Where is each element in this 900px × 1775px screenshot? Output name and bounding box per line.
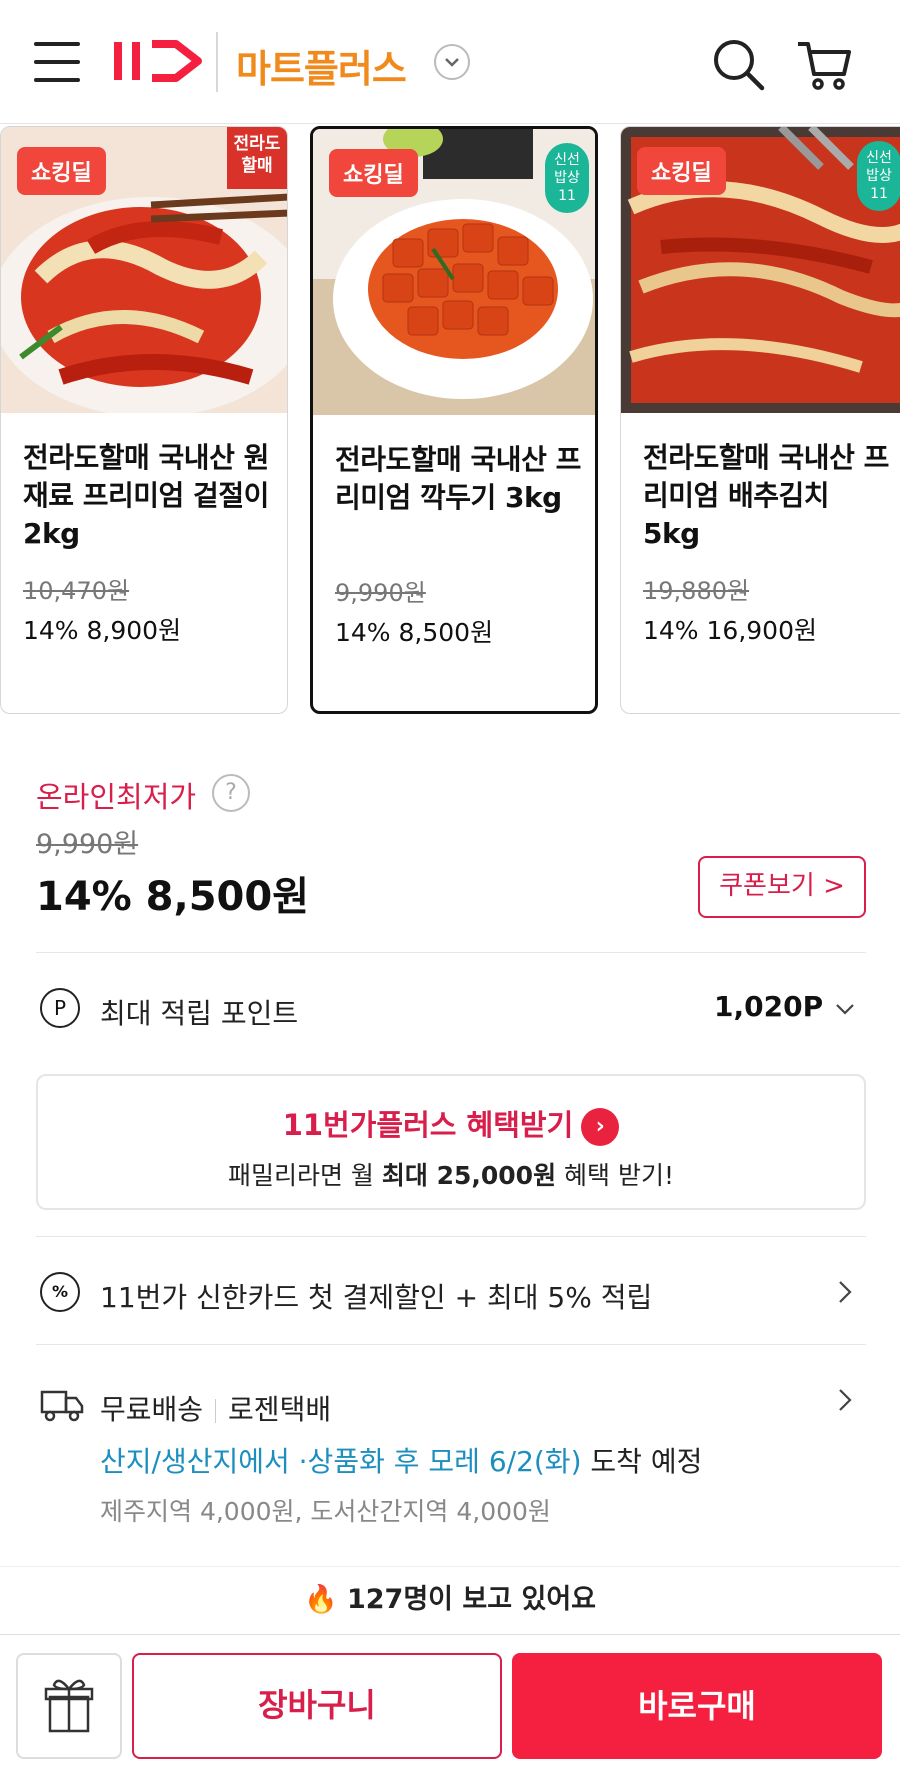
11st-logo[interactable] [110, 36, 206, 86]
shocking-deal-badge: 쇼킹딜 [637, 147, 726, 195]
arrival-suffix: 도착 예정 [581, 1445, 703, 1478]
add-to-cart-button[interactable]: 장바구니 [132, 1653, 502, 1759]
chevron-right-icon[interactable] [836, 1278, 854, 1306]
product-card-selected[interactable]: 쇼킹딜 신선 밥상 11 전라도할매 국내산 프리미엄 깍두기 3kg 9,990원… [310, 126, 598, 714]
divider [36, 1344, 866, 1345]
product-sale-price: 14% 8,900원 [23, 616, 182, 645]
product-original-price: 19,880원 [643, 577, 750, 605]
buy-now-button[interactable]: 바로구매 [512, 1653, 882, 1759]
product-name: 전라도할매 국내산 원재료 프리미엄 겉절이 2kg [23, 441, 269, 550]
chevron-right-icon: › [581, 1108, 620, 1146]
related-products-carousel[interactable]: 쇼킹딜 전라도 할매 전라도할매 국내산 원재료 프리미엄 겉절이 2kg 10,… [0, 126, 900, 716]
menu-icon[interactable] [34, 42, 80, 82]
arrival-estimate: 산지/생산지에서 ·상품화 후 모레 6/2(화) 도착 예정 [100, 1440, 702, 1480]
lowest-price-label: 온라인최저가 [36, 780, 197, 814]
final-price: 14% 8,500원 [36, 874, 309, 920]
product-name: 전라도할매 국내산 프리미엄 배추김치 5kg [643, 441, 889, 550]
extra-shipping-fee: 제주지역 4,000원, 도서산간지역 4,000원 [100, 1497, 551, 1526]
search-icon[interactable] [710, 36, 766, 92]
brand-dropdown-icon[interactable] [434, 44, 470, 80]
points-icon: P [40, 988, 80, 1028]
benefit-title: 11번가플러스 혜택받기 › [38, 1102, 864, 1146]
product-card[interactable]: 쇼킹딜 전라도 할매 전라도할매 국내산 원재료 프리미엄 겉절이 2kg 10,… [0, 126, 288, 714]
free-shipping-label: 무료배송 [100, 1393, 204, 1426]
viewer-count: 🔥 127명이 보고 있어요 [0, 1566, 900, 1632]
product-sale-price: 14% 8,500원 [335, 618, 494, 647]
points-label: 최대 적립 포인트 [100, 997, 299, 1030]
points-value[interactable]: 1,020P [714, 990, 823, 1023]
shipping-info: 무료배송 로젠택배 [100, 1388, 331, 1428]
chevron-down-icon[interactable] [834, 998, 856, 1020]
card-promo-text[interactable]: 11번가 신한카드 첫 결제할인 + 최대 5% 적립 [100, 1276, 652, 1316]
divider [36, 952, 866, 953]
purchase-bar: 장바구니 바로구매 [0, 1634, 900, 1775]
gift-button[interactable] [16, 1653, 122, 1759]
benefit-sub-prefix: 패밀리라면 월 [227, 1161, 382, 1190]
chevron-right-icon[interactable] [836, 1386, 854, 1414]
benefit-sub-suffix: 혜택 받기! [556, 1161, 674, 1190]
arrival-highlight: 산지/생산지에서 ·상품화 후 모레 6/2(화) [100, 1445, 582, 1478]
fresh-table-badge: 신선 밥상 11 [857, 141, 900, 211]
shocking-deal-badge: 쇼킹딜 [329, 149, 418, 197]
coupon-view-button[interactable]: 쿠폰보기 > [698, 856, 866, 918]
help-icon[interactable]: ? [212, 774, 250, 812]
product-sale-price: 14% 16,900원 [643, 616, 817, 645]
benefit-sub-bold: 최대 25,000원 [381, 1161, 557, 1190]
discount-icon: % [40, 1272, 80, 1312]
gift-icon [44, 1679, 94, 1733]
product-original-price: 9,990원 [335, 579, 426, 607]
divider [36, 1236, 866, 1237]
header-divider [216, 32, 218, 92]
shocking-deal-badge: 쇼킹딜 [17, 147, 106, 195]
plus-benefit-banner[interactable]: 11번가플러스 혜택받기 › 패밀리라면 월 최대 25,000원 혜택 받기! [36, 1074, 866, 1210]
benefit-subtitle: 패밀리라면 월 최대 25,000원 혜택 받기! [38, 1156, 864, 1192]
product-original-price: 10,470원 [23, 577, 130, 605]
product-card[interactable]: 쇼킹딜 신선 밥상 11 전라도할매 국내산 프리미엄 배추김치 5kg 19,88… [620, 126, 900, 714]
product-name: 전라도할매 국내산 프리미엄 깍두기 3kg [335, 443, 581, 514]
truck-icon [40, 1390, 84, 1422]
top-header: 마트플러스 [0, 0, 900, 124]
benefit-title-text: 11번가플러스 혜택받기 [282, 1108, 574, 1142]
fresh-table-badge: 신선 밥상 11 [545, 143, 589, 213]
original-price: 9,990원 [36, 829, 139, 860]
cart-icon[interactable] [794, 34, 854, 94]
mart-plus-brand[interactable]: 마트플러스 [236, 38, 407, 93]
brand-corner-badge: 전라도 할매 [227, 127, 287, 189]
courier-label: 로젠택배 [228, 1393, 332, 1426]
